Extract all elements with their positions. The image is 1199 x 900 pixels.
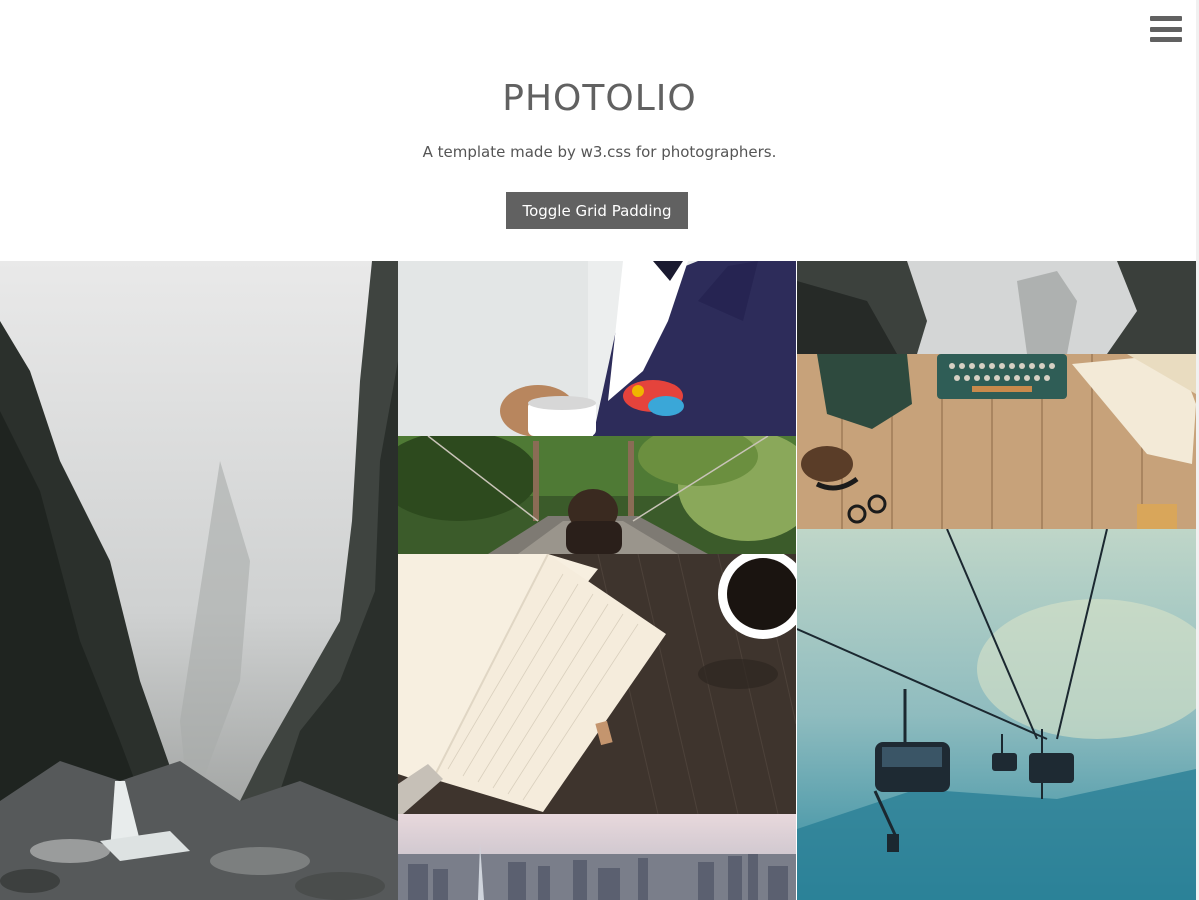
photo-woman-on-bridge[interactable] <box>398 436 796 554</box>
photo-typewriter-desk[interactable] <box>797 354 1196 529</box>
photo-city-skyline[interactable] <box>398 814 796 900</box>
photo-ski-lift[interactable] <box>797 529 1196 900</box>
photo-foggy-cliffs[interactable] <box>797 261 1196 354</box>
page-subtitle: A template made by w3.css for photograph… <box>422 143 777 161</box>
page-title: PHOTOLIO <box>502 78 697 119</box>
photo-column-1 <box>0 261 398 900</box>
page: PHOTOLIO A template made by w3.css for p… <box>0 0 1199 900</box>
photo-notebook-coffee[interactable] <box>398 554 796 814</box>
photo-grid <box>0 261 1199 900</box>
photo-misty-canyon[interactable] <box>0 261 398 900</box>
header: PHOTOLIO A template made by w3.css for p… <box>0 0 1199 261</box>
toggle-grid-padding-button[interactable]: Toggle Grid Padding <box>506 192 688 229</box>
photo-man-coffee-suit[interactable] <box>398 261 796 436</box>
photo-column-3 <box>797 261 1196 900</box>
photo-column-2 <box>398 261 796 900</box>
